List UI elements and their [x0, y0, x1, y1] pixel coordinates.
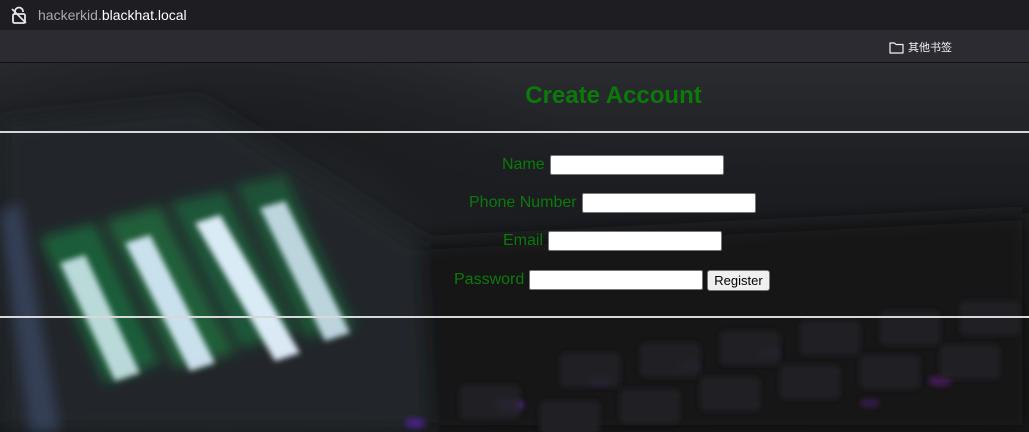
insecure-lock-icon[interactable]: [10, 6, 28, 24]
email-input[interactable]: [548, 231, 723, 251]
email-row: Email: [503, 230, 723, 252]
bottom-divider: [0, 316, 1029, 318]
name-input[interactable]: [549, 155, 724, 175]
phone-input[interactable]: [581, 193, 756, 213]
url-subdomain: hackerkid.: [38, 7, 102, 23]
password-row: Password Register: [454, 269, 770, 291]
url-text[interactable]: hackerkid.blackhat.local: [38, 7, 187, 23]
top-divider: [0, 131, 1029, 133]
folder-icon: [889, 41, 904, 54]
phone-label: Phone Number: [469, 194, 577, 211]
phone-row: Phone Number: [469, 192, 756, 214]
register-button[interactable]: Register: [707, 269, 770, 291]
password-label: Password: [454, 271, 525, 288]
name-row: Name: [502, 154, 724, 176]
bookmarks-bar: 其他书签: [0, 30, 1029, 63]
address-bar[interactable]: hackerkid.blackhat.local: [0, 0, 1029, 30]
password-input[interactable]: [529, 270, 704, 290]
other-bookmarks-folder[interactable]: 其他书签: [889, 39, 952, 55]
page-content: Create Account Name Phone Number Email P…: [0, 63, 1029, 432]
url-domain: blackhat.local: [101, 7, 187, 23]
page-title: Create Account: [525, 82, 702, 109]
name-label: Name: [502, 156, 545, 173]
email-label: Email: [503, 232, 544, 249]
other-bookmarks-label: 其他书签: [908, 41, 952, 54]
